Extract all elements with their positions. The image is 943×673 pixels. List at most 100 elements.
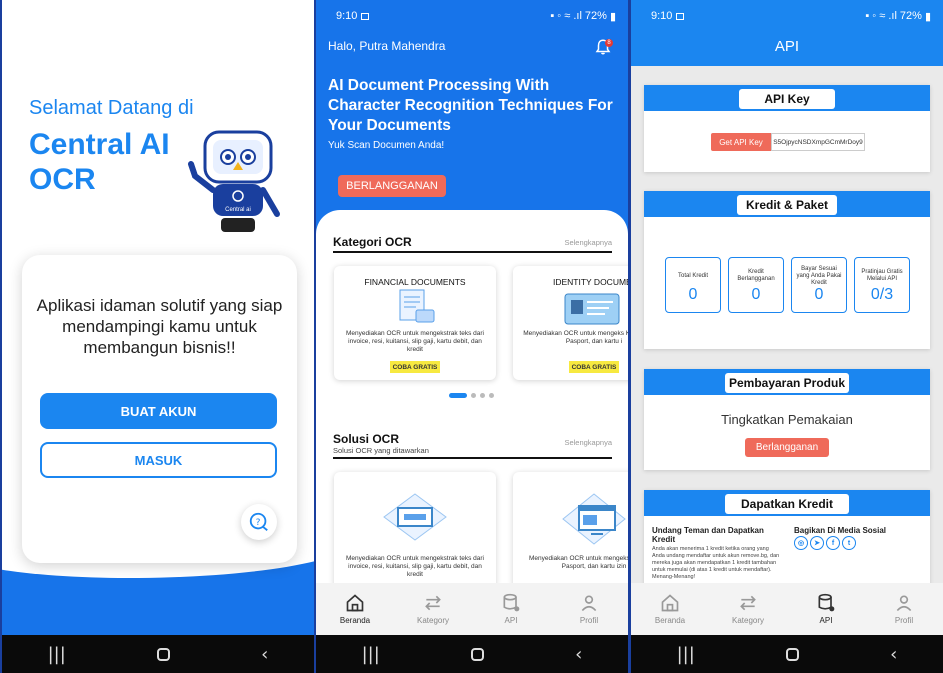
tab-api[interactable]: API [796, 593, 856, 625]
bottom-tab-bar: Beranda Kategory API Profil [316, 583, 628, 635]
android-nav-bar: ||| ‹ [631, 635, 943, 673]
social-share-buttons: ◎ ➤ f t [794, 536, 856, 550]
home-screen: 9:10 ▪ ◦ ≈ .ıl 72% ▮ Halo, Putra Mahendra … [316, 0, 628, 673]
solution-card[interactable]: Menyediakan OCR untuk mengekstrak teks d… [334, 472, 496, 590]
home-nav-icon[interactable] [470, 647, 484, 661]
stat-total-credit: Total Kredit 0 [665, 257, 721, 313]
welcome-screen: Selamat Datang di Central AI OCR Central… [2, 0, 314, 673]
tagline-text: Aplikasi idaman solutif yang siap mendam… [36, 296, 283, 357]
status-time: 9:10 [651, 10, 673, 22]
hero-headline: AI Document Processing With Character Re… [328, 77, 613, 134]
back-nav-icon[interactable]: ‹ [890, 644, 897, 665]
tab-beranda[interactable]: Beranda [640, 593, 700, 625]
gallery-notif-icon [361, 12, 370, 20]
tab-label: Profil [894, 616, 914, 625]
user-icon [581, 595, 597, 612]
recent-apps-icon[interactable]: ||| [48, 644, 66, 665]
monitor-scan-icon [562, 493, 626, 545]
identity-card-icon [564, 293, 620, 325]
swap-arrows-icon [740, 595, 756, 611]
battery-level: 72% [584, 10, 607, 22]
stat-pay-as-you-go: Bayar Sesuai yang Anda Pakai Kredit 0 [791, 257, 847, 313]
solution-desc: Menyediakan OCR untuk mengekstr ID, SIM,… [528, 555, 628, 570]
panel-title: Kredit & Paket [737, 195, 837, 215]
home-icon [661, 594, 679, 612]
tab-label: Beranda [654, 616, 686, 625]
back-nav-icon[interactable]: ‹ [261, 644, 268, 665]
category-card[interactable]: IDENTITY DOCUMEN Menyediakan OCR untuk m… [513, 266, 628, 380]
tab-kategory[interactable]: Kategory [403, 593, 463, 625]
create-account-button[interactable]: BUAT AKUN [40, 393, 277, 429]
carousel-dot[interactable] [480, 393, 485, 398]
status-bar: 9:10 ▪ ◦ ≈ .ıl 72% ▮ [316, 0, 628, 32]
home-nav-icon[interactable] [156, 647, 170, 661]
battery-level: 72% [899, 10, 922, 22]
telegram-icon[interactable]: ➤ [810, 536, 824, 550]
solution-desc: Menyediakan OCR untuk mengekstrak teks d… [345, 555, 484, 578]
signal-icon: ▪ ◦ ≈ .ıl [865, 10, 897, 22]
kategori-see-more-link[interactable]: Selengkapnya [564, 238, 612, 247]
solusi-see-more-link[interactable]: Selengkapnya [564, 438, 612, 447]
tab-label: Kategory [731, 616, 765, 625]
battery-icon: ▮ [609, 10, 616, 23]
robot-mascot-icon: Central ai [188, 130, 280, 232]
try-free-button[interactable]: COBA GRATIS [390, 361, 440, 373]
stat-subscription-credit: Kredit Berlangganan 0 [728, 257, 784, 313]
panel-title: API Key [739, 89, 835, 109]
tab-label: API [504, 616, 518, 625]
user-icon [896, 595, 912, 612]
api-key-field[interactable]: S5OjpycNSDXmpGCmMrDoy9 [771, 133, 865, 151]
bottom-tab-bar: Beranda Kategory API Profil [631, 583, 943, 635]
facebook-icon[interactable]: f [826, 536, 840, 550]
tab-beranda[interactable]: Beranda [325, 593, 385, 625]
help-button[interactable]: ? [241, 504, 277, 540]
solution-card[interactable]: Menyediakan OCR untuk mengekstr ID, SIM,… [513, 472, 628, 590]
category-desc: Menyediakan OCR untuk mengekstrak teks d… [345, 330, 484, 353]
svg-text:?: ? [256, 517, 261, 528]
divider [333, 251, 612, 253]
subscribe-button[interactable]: Berlangganan [745, 438, 829, 457]
tab-profil[interactable]: Profil [559, 593, 619, 625]
stat-value: 0/3 [870, 286, 894, 303]
stat-label: Kredit Berlangganan [737, 269, 775, 282]
credit-package-panel: Kredit & Paket Total Kredit 0 Kredit Ber… [644, 191, 930, 349]
carousel-dot[interactable] [449, 393, 467, 398]
notification-badge: 8 [605, 39, 613, 47]
login-button[interactable]: MASUK [40, 442, 277, 478]
recent-apps-icon[interactable]: ||| [677, 644, 695, 665]
android-nav-bar: ||| ‹ [316, 635, 628, 673]
divider [333, 457, 612, 459]
tab-api[interactable]: API [481, 593, 541, 625]
carousel-dot[interactable] [489, 393, 494, 398]
app-name: Central AI OCR [29, 128, 170, 196]
panel-title: Dapatkan Kredit [725, 494, 849, 514]
try-free-button[interactable]: COBA GRATIS [569, 361, 619, 373]
subscribe-button[interactable]: BERLANGGANAN [338, 175, 446, 197]
payment-panel: Pembayaran Produk Tingkatkan Pemakaian B… [644, 369, 930, 470]
instagram-icon[interactable]: ◎ [794, 536, 808, 550]
tab-kategory[interactable]: Kategory [718, 593, 778, 625]
status-bar: 9:10 ▪ ◦ ≈ .ıl 72% ▮ [631, 0, 943, 32]
hero-subhead: Yuk Scan Documen Anda! [328, 140, 445, 151]
page-title: API [774, 38, 800, 55]
api-screen: 9:10 ▪ ◦ ≈ .ıl 72% ▮ API API Key Get API K… [631, 0, 943, 673]
carousel-dot[interactable] [471, 393, 476, 398]
tab-label: Beranda [339, 616, 371, 625]
get-api-key-button[interactable]: Get API Key [711, 133, 771, 151]
category-card[interactable]: FINANCIAL DOCUMENTS Menyediakan OCR untu… [334, 266, 496, 380]
category-desc: Menyediakan OCR untuk mengeks KTP, ID, S… [523, 330, 628, 345]
solusi-subtitle: Solusi OCR yang ditawarkan [333, 446, 429, 455]
database-icon [818, 593, 835, 612]
tab-label: Profil [579, 616, 599, 625]
twitter-icon[interactable]: t [842, 536, 856, 550]
recent-apps-icon[interactable]: ||| [362, 644, 380, 665]
signal-icon: ▪ ◦ ≈ .ıl [550, 10, 582, 22]
tab-label: Kategory [416, 616, 450, 625]
status-time: 9:10 [336, 10, 358, 22]
upgrade-text: Tingkatkan Pemakaian [721, 412, 853, 427]
back-nav-icon[interactable]: ‹ [575, 644, 582, 665]
tab-profil[interactable]: Profil [874, 593, 934, 625]
financial-document-icon [399, 289, 435, 323]
home-nav-icon[interactable] [785, 647, 799, 661]
swap-arrows-icon [425, 595, 441, 611]
